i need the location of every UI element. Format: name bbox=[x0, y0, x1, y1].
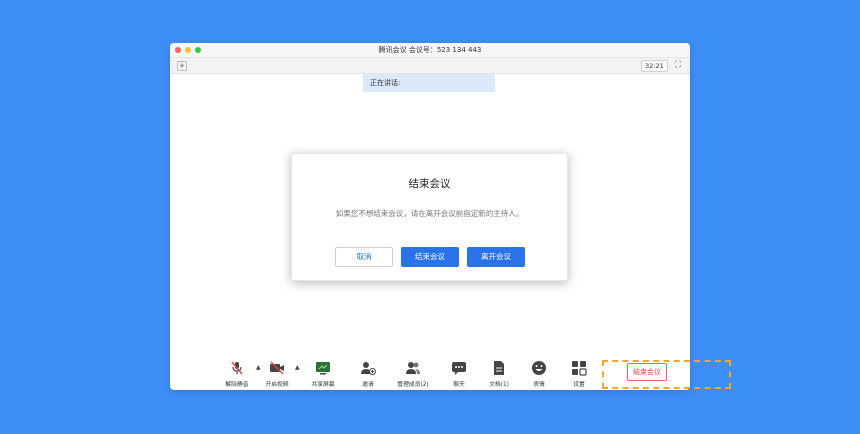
chat-label: 聊天 bbox=[453, 382, 465, 388]
unmute-label: 解除静音 bbox=[225, 382, 249, 388]
speaking-indicator: 正在讲话: bbox=[363, 74, 495, 92]
window-title: 腾讯会议 会议号：523 134 443 bbox=[378, 46, 482, 54]
manage-members-label: 管理成员(2) bbox=[397, 382, 429, 388]
docs-label: 文档(1) bbox=[489, 382, 509, 388]
top-toolbar: ◈ 32:21 ⛶ bbox=[170, 57, 690, 74]
video-options-caret-icon[interactable]: ▲ bbox=[295, 364, 300, 371]
share-screen-button[interactable]: 共享屏幕 bbox=[305, 360, 341, 388]
chat-icon bbox=[452, 362, 466, 375]
emoji-label: 表情 bbox=[533, 382, 545, 388]
invite-button[interactable]: 邀请 bbox=[350, 360, 386, 388]
dialog-message: 如果您不想结束会议，请在离开会议前指定新的主持人。 bbox=[335, 209, 524, 218]
manage-members-button[interactable]: 管理成员(2) bbox=[395, 360, 431, 388]
shield-icon[interactable]: ◈ bbox=[177, 61, 187, 71]
emoji-button[interactable]: 表情 bbox=[521, 360, 557, 388]
end-meeting-button[interactable]: 结束会议 bbox=[401, 247, 459, 267]
docs-button[interactable]: 文档(1) bbox=[481, 360, 517, 388]
end-meeting-dialog: 结束会议 如果您不想结束会议，请在离开会议前指定新的主持人。 取消 结束会议 离… bbox=[291, 153, 568, 281]
muted-microphone-icon bbox=[231, 361, 243, 375]
cancel-button[interactable]: 取消 bbox=[335, 247, 393, 267]
unmute-button[interactable]: 解除静音 bbox=[219, 360, 255, 388]
fullscreen-icon[interactable]: ⛶ bbox=[673, 60, 683, 70]
start-video-label: 开启视频 bbox=[265, 382, 289, 388]
start-video-button[interactable]: 开启视频 bbox=[259, 360, 295, 388]
settings-button[interactable]: 设置 bbox=[561, 360, 597, 388]
chat-button[interactable]: 聊天 bbox=[441, 360, 477, 388]
members-icon bbox=[406, 362, 420, 374]
end-meeting-highlight-box bbox=[602, 360, 731, 389]
emoji-icon bbox=[532, 361, 546, 375]
settings-grid-icon bbox=[572, 361, 587, 376]
add-user-icon bbox=[361, 362, 376, 375]
meeting-timer: 32:21 bbox=[641, 60, 668, 72]
share-screen-label: 共享屏幕 bbox=[311, 382, 335, 388]
invite-label: 邀请 bbox=[362, 382, 374, 388]
dialog-title: 结束会议 bbox=[408, 178, 451, 190]
leave-meeting-button[interactable]: 离开会议 bbox=[467, 247, 525, 267]
video-off-icon bbox=[270, 361, 284, 375]
document-icon bbox=[494, 361, 504, 375]
meeting-window: 腾讯会议 会议号：523 134 443 ◈ 32:21 ⛶ 正在讲话: 结束会… bbox=[170, 43, 690, 390]
settings-label: 设置 bbox=[573, 382, 585, 388]
title-bar: 腾讯会议 会议号：523 134 443 bbox=[170, 43, 690, 57]
share-screen-icon bbox=[316, 362, 330, 375]
